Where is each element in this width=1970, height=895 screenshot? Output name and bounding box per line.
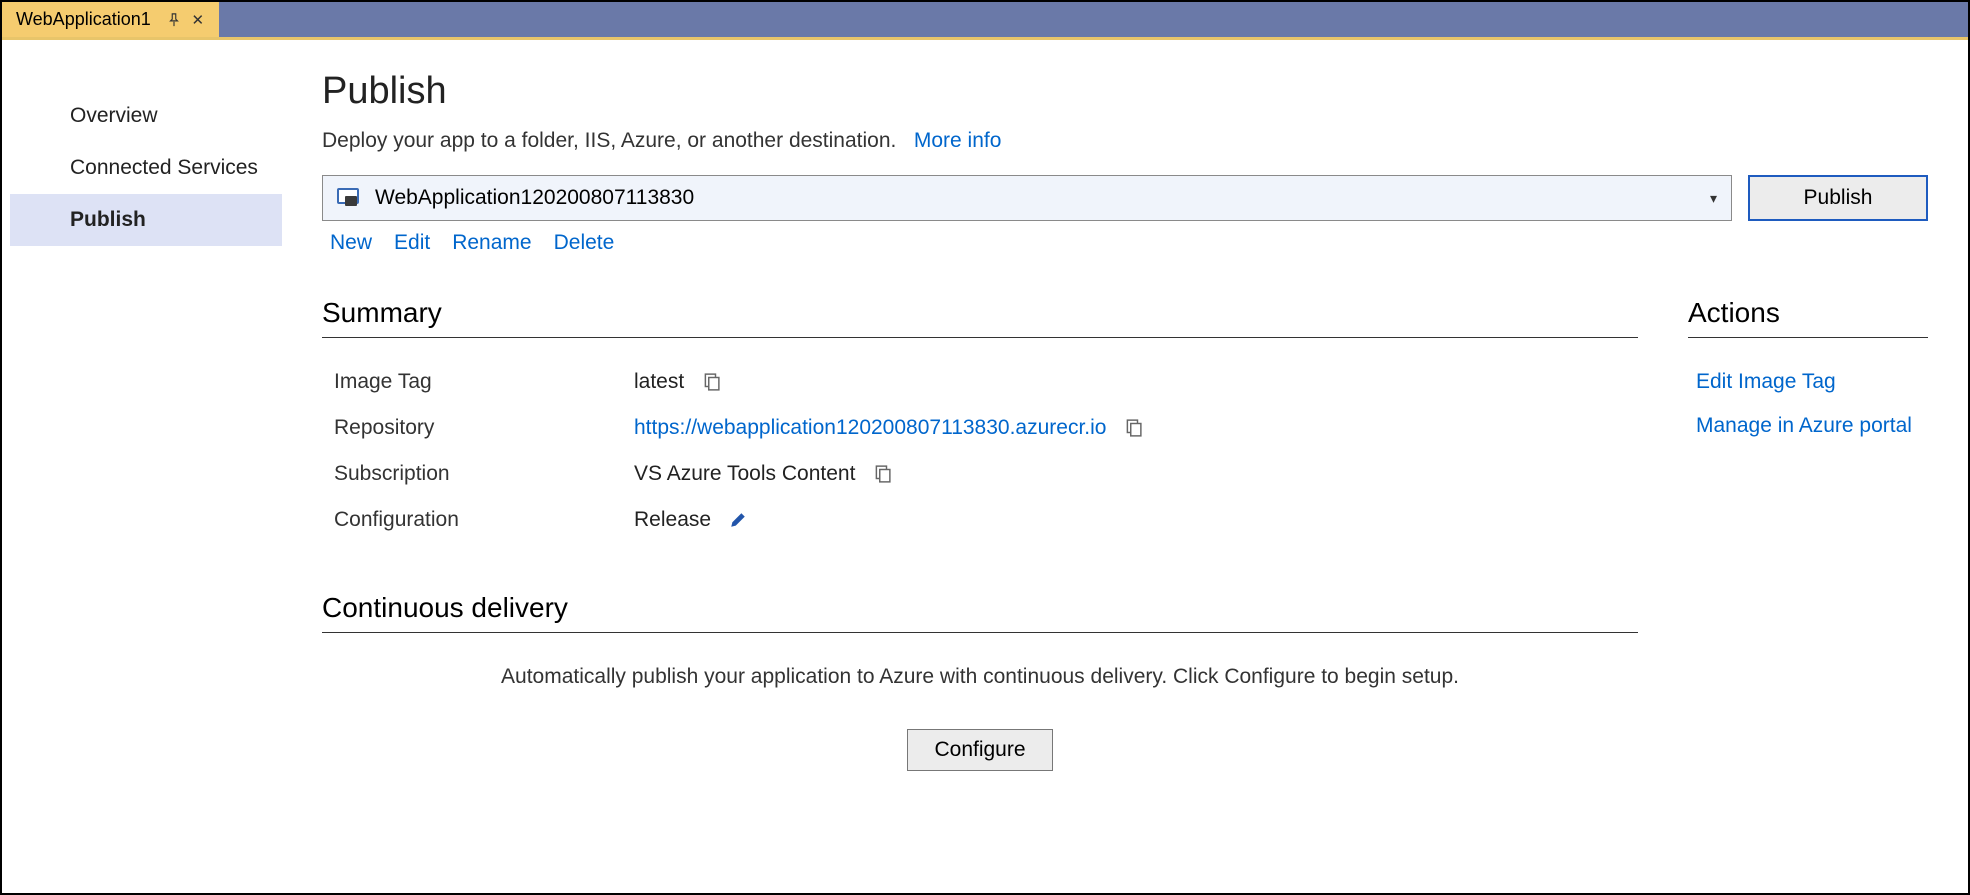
- action-edit-image-tag[interactable]: Edit Image Tag: [1688, 370, 1928, 394]
- subtitle-text: Deploy your app to a folder, IIS, Azure,…: [322, 129, 896, 152]
- sidebar-item-publish[interactable]: Publish: [10, 194, 282, 246]
- cd-description: Automatically publish your application t…: [322, 665, 1638, 689]
- summary-label-subscription: Subscription: [334, 462, 634, 486]
- document-tab[interactable]: WebApplication1 ✕: [2, 2, 219, 37]
- sidebar: Overview Connected Services Publish: [2, 40, 282, 893]
- configure-button[interactable]: Configure: [907, 729, 1052, 771]
- main: Publish Deploy your app to a folder, IIS…: [282, 40, 1968, 893]
- container-icon: [337, 188, 361, 208]
- continuous-delivery-section: Continuous delivery Automatically publis…: [322, 592, 1638, 771]
- actions-column: Actions Edit Image Tag Manage in Azure p…: [1688, 297, 1928, 771]
- summary-value-configuration: Release: [634, 508, 1638, 532]
- image-tag-value: latest: [634, 370, 684, 394]
- page-title: Publish: [322, 70, 1928, 113]
- profile-selected: WebApplication120200807113830: [375, 186, 694, 210]
- window: WebApplication1 ✕ Overview Connected Ser…: [0, 0, 1970, 895]
- columns: Summary Image Tag latest Repository http…: [322, 297, 1928, 771]
- subscription-value: VS Azure Tools Content: [634, 462, 855, 486]
- profile-dropdown[interactable]: WebApplication120200807113830 ▾: [322, 175, 1732, 221]
- copy-icon[interactable]: [702, 373, 720, 391]
- more-info-link[interactable]: More info: [914, 129, 1002, 152]
- title-bar: WebApplication1 ✕: [2, 2, 1968, 40]
- profile-action-delete[interactable]: Delete: [554, 231, 615, 255]
- tab-title: WebApplication1: [16, 9, 157, 30]
- profile-row: WebApplication120200807113830 ▾ Publish: [322, 175, 1928, 221]
- summary-grid: Image Tag latest Repository https://weba…: [322, 370, 1638, 532]
- repository-link[interactable]: https://webapplication120200807113830.az…: [634, 416, 1106, 440]
- copy-icon[interactable]: [873, 465, 891, 483]
- summary-column: Summary Image Tag latest Repository http…: [322, 297, 1638, 771]
- cd-button-wrap: Configure: [322, 729, 1638, 771]
- copy-icon[interactable]: [1124, 419, 1142, 437]
- summary-value-subscription: VS Azure Tools Content: [634, 462, 1638, 486]
- cd-header: Continuous delivery: [322, 592, 1638, 633]
- publish-button[interactable]: Publish: [1748, 175, 1928, 221]
- profile-action-rename[interactable]: Rename: [452, 231, 531, 255]
- profile-action-new[interactable]: New: [330, 231, 372, 255]
- page-subtitle: Deploy your app to a folder, IIS, Azure,…: [322, 129, 1928, 153]
- body: Overview Connected Services Publish Publ…: [2, 40, 1968, 893]
- sidebar-item-overview[interactable]: Overview: [10, 90, 282, 142]
- sidebar-item-connected-services[interactable]: Connected Services: [10, 142, 282, 194]
- summary-label-image-tag: Image Tag: [334, 370, 634, 394]
- chevron-down-icon: ▾: [1710, 190, 1717, 207]
- pin-icon[interactable]: [167, 13, 181, 27]
- summary-label-repository: Repository: [334, 416, 634, 440]
- profile-action-edit[interactable]: Edit: [394, 231, 430, 255]
- summary-value-image-tag: latest: [634, 370, 1638, 394]
- summary-value-repository: https://webapplication120200807113830.az…: [634, 416, 1638, 440]
- action-manage-azure-portal[interactable]: Manage in Azure portal: [1688, 414, 1928, 438]
- edit-icon[interactable]: [729, 511, 747, 529]
- actions-header: Actions: [1688, 297, 1928, 338]
- profile-actions: New Edit Rename Delete: [322, 231, 1928, 255]
- configuration-value: Release: [634, 508, 711, 532]
- summary-label-configuration: Configuration: [334, 508, 634, 532]
- summary-header: Summary: [322, 297, 1638, 338]
- close-icon[interactable]: ✕: [191, 13, 205, 27]
